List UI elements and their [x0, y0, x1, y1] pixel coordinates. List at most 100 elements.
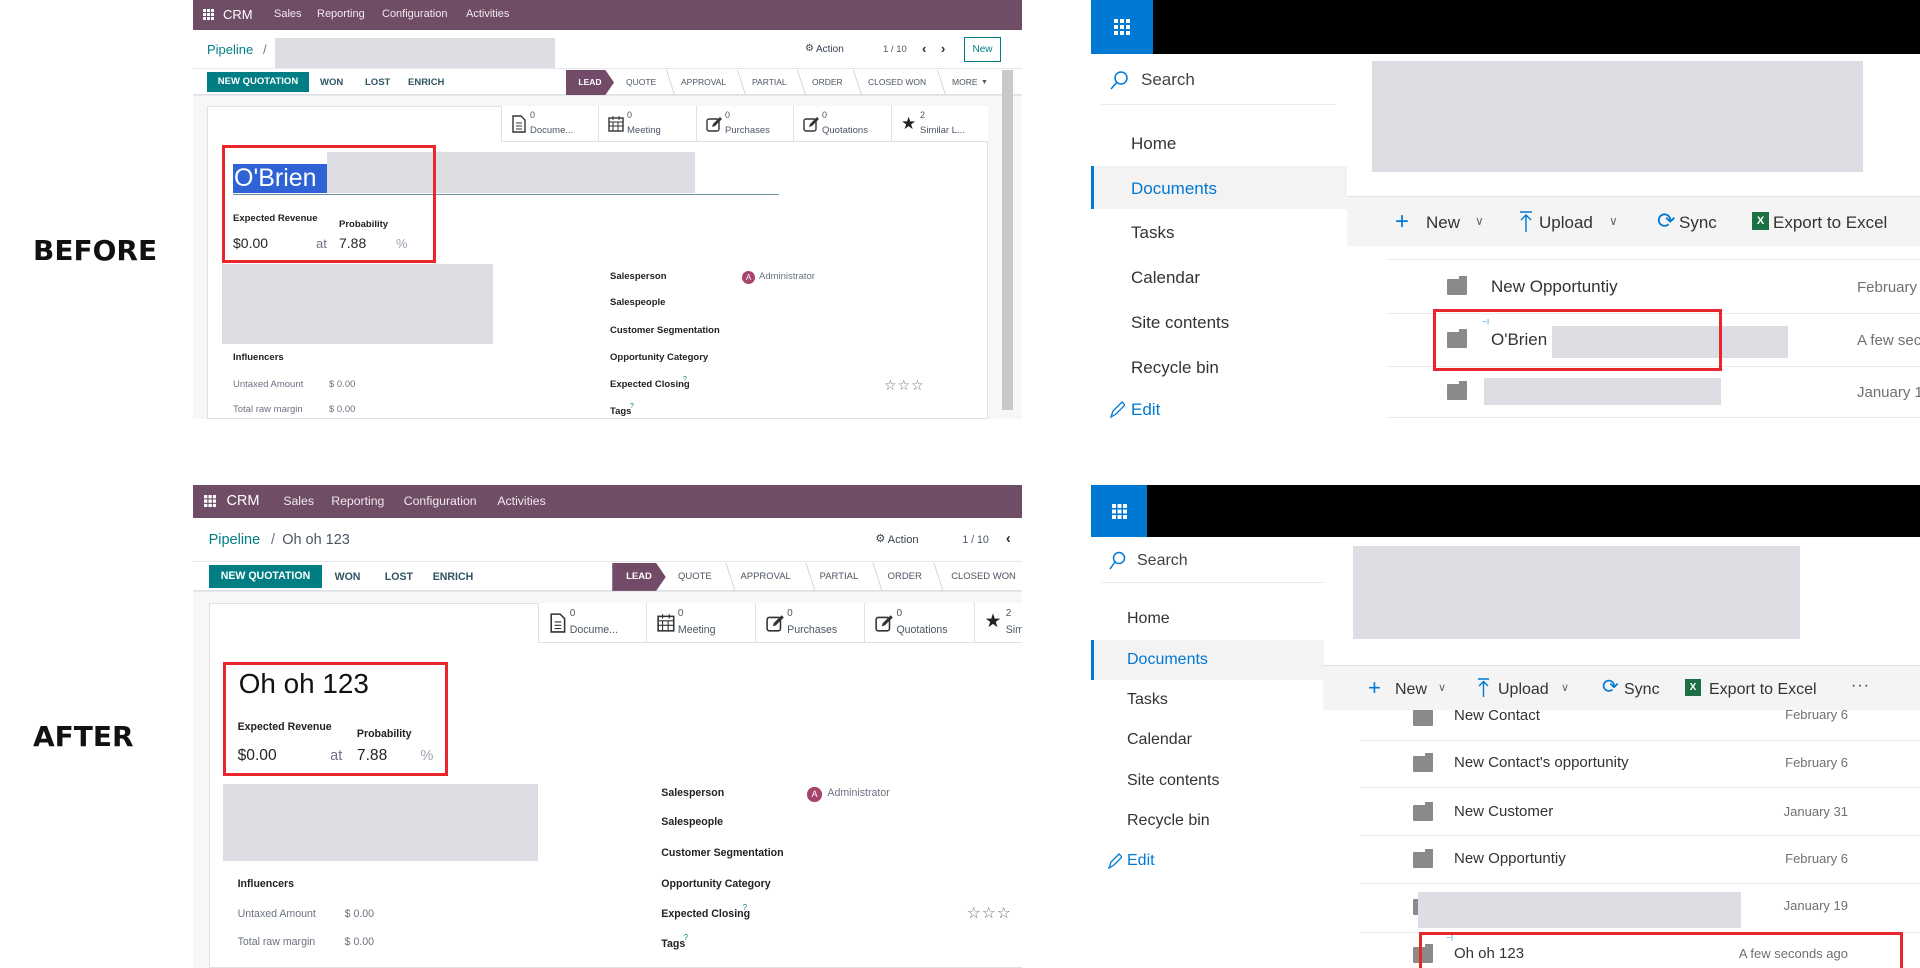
calendar-icon	[657, 614, 675, 632]
sync-button[interactable]: Sync	[1679, 214, 1717, 231]
file-name[interactable]: New Contact	[1454, 710, 1540, 723]
stage-order[interactable]: ORDER	[888, 571, 922, 581]
nav-documents[interactable]: Documents	[1131, 180, 1217, 197]
menu-sales[interactable]: Sales	[274, 9, 302, 20]
menu-sales[interactable]: Sales	[283, 495, 314, 508]
app-launcher-button[interactable]	[1091, 0, 1153, 54]
nav-site-contents[interactable]: Site contents	[1127, 773, 1220, 789]
priority-stars[interactable]: ☆☆☆	[884, 378, 925, 392]
odoo-navbar: CRM Sales Reporting Configuration Activi…	[193, 485, 1022, 519]
nav-home[interactable]: Home	[1131, 135, 1176, 152]
menu-reporting[interactable]: Reporting	[331, 495, 384, 508]
menu-activities[interactable]: Activities	[497, 495, 545, 508]
action-menu[interactable]: Action	[816, 45, 844, 55]
new-quotation-button[interactable]: NEW QUOTATION	[207, 72, 309, 92]
chevron-down-icon[interactable]: ∨	[1561, 683, 1569, 694]
scrollbar[interactable]	[1002, 70, 1013, 410]
nav-home[interactable]: Home	[1127, 611, 1170, 627]
lost-button[interactable]: LOST	[385, 572, 413, 583]
stage-lead[interactable]: LEAD	[612, 563, 666, 591]
stat-meeting-button[interactable]: 0 Meeting	[598, 106, 696, 142]
edit-link[interactable]: Edit	[1127, 853, 1155, 869]
stage-closed-won[interactable]: CLOSED WON	[951, 571, 1016, 581]
new-quotation-button[interactable]: NEW QUOTATION	[208, 565, 323, 588]
menu-reporting[interactable]: Reporting	[317, 9, 365, 20]
nav-tasks[interactable]: Tasks	[1127, 692, 1168, 708]
app-launcher-button[interactable]	[1091, 485, 1147, 537]
file-name[interactable]: New Customer	[1454, 804, 1553, 819]
lost-button[interactable]: LOST	[365, 78, 390, 88]
stage-lead[interactable]: LEAD	[566, 70, 614, 95]
help-icon[interactable]: ?	[683, 376, 687, 383]
menu-configuration[interactable]: Configuration	[382, 9, 447, 20]
stage-quote[interactable]: QUOTE	[678, 571, 712, 581]
stage-quote[interactable]: QUOTE	[626, 78, 656, 87]
file-name[interactable]: New Opportuntiy	[1491, 278, 1618, 295]
stat-quotations-button[interactable]: 0 Quotations	[793, 106, 891, 142]
search-box[interactable]: Search	[1141, 71, 1195, 88]
enrich-button[interactable]: ENRICH	[408, 78, 444, 88]
stat-quotations-button[interactable]: 0 Quotations	[864, 603, 974, 644]
nav-recycle-bin[interactable]: Recycle bin	[1127, 813, 1210, 829]
help-icon[interactable]: ?	[684, 934, 688, 942]
help-icon[interactable]: ?	[743, 904, 747, 912]
stat-meeting-button[interactable]: 0 Meeting	[645, 603, 755, 644]
stat-documents-button[interactable]: 0 Docume...	[501, 106, 598, 142]
chevron-right-icon[interactable]: ›	[941, 42, 945, 55]
chevron-left-icon[interactable]: ‹	[922, 42, 926, 55]
stage-approval[interactable]: APPROVAL	[681, 78, 726, 87]
stage-more-dropdown[interactable]: MORE	[952, 78, 978, 87]
nav-tasks[interactable]: Tasks	[1131, 224, 1174, 241]
stat-documents-button[interactable]: 0 Docume...	[537, 603, 646, 644]
won-button[interactable]: WON	[335, 572, 361, 583]
new-button[interactable]: New	[1395, 682, 1427, 698]
nav-recycle-bin[interactable]: Recycle bin	[1131, 359, 1219, 376]
new-record-button[interactable]: New	[964, 37, 1001, 62]
stage-partial[interactable]: PARTIAL	[820, 571, 859, 581]
priority-stars[interactable]: ☆☆☆	[967, 906, 1012, 922]
more-commands-button[interactable]: ···	[1851, 678, 1870, 694]
sync-button[interactable]: Sync	[1624, 682, 1660, 698]
untaxed-amount-value: $ 0.00	[344, 907, 375, 920]
upload-button[interactable]: Upload	[1539, 214, 1593, 231]
file-name[interactable]: New Opportuntiy	[1454, 851, 1566, 866]
stat-purchases-button[interactable]: 0 Purchases	[696, 106, 793, 142]
search-box[interactable]: Search	[1137, 553, 1188, 569]
export-to-excel-button[interactable]: Export to Excel	[1773, 214, 1887, 231]
nav-site-contents[interactable]: Site contents	[1131, 314, 1229, 331]
file-name[interactable]: New Contact's opportunity	[1454, 755, 1629, 770]
chevron-down-icon[interactable]: ∨	[1475, 215, 1484, 227]
stat-similar-leads-button[interactable]: ★ 2Similar L...	[973, 603, 1022, 644]
stat-similar-leads-button[interactable]: ★ 2Similar L...	[891, 106, 988, 142]
edit-link[interactable]: Edit	[1131, 401, 1160, 418]
menu-activities[interactable]: Activities	[466, 9, 509, 20]
nav-calendar[interactable]: Calendar	[1131, 269, 1200, 286]
action-menu[interactable]: Action	[888, 535, 919, 546]
apps-grid-icon[interactable]	[204, 495, 217, 508]
stat-purchases-button[interactable]: 0 Purchases	[754, 603, 865, 644]
app-name[interactable]: CRM	[223, 8, 253, 21]
stage-partial[interactable]: PARTIAL	[752, 78, 787, 87]
export-to-excel-button[interactable]: Export to Excel	[1709, 682, 1817, 698]
app-name[interactable]: CRM	[226, 494, 259, 509]
stage-closed-won[interactable]: CLOSED WON	[868, 78, 926, 87]
chevron-left-icon[interactable]: ‹	[1006, 532, 1011, 547]
stage-approval[interactable]: APPROVAL	[740, 571, 790, 581]
chevron-down-icon[interactable]: ∨	[1438, 683, 1446, 694]
salesperson-value[interactable]: Administrator	[827, 788, 889, 799]
search-icon	[1110, 71, 1128, 90]
breadcrumb-pipeline[interactable]: Pipeline	[207, 43, 253, 56]
apps-grid-icon[interactable]	[203, 9, 214, 20]
help-icon[interactable]: ?	[630, 403, 634, 410]
chevron-down-icon[interactable]: ∨	[1609, 215, 1618, 227]
won-button[interactable]: WON	[320, 78, 343, 88]
upload-button[interactable]: Upload	[1498, 682, 1549, 698]
nav-documents[interactable]: Documents	[1127, 652, 1208, 668]
menu-configuration[interactable]: Configuration	[404, 495, 477, 508]
salesperson-value[interactable]: Administrator	[759, 272, 815, 282]
enrich-button[interactable]: ENRICH	[433, 572, 474, 583]
breadcrumb-pipeline[interactable]: Pipeline	[209, 533, 261, 548]
new-button[interactable]: New	[1426, 214, 1460, 231]
nav-calendar[interactable]: Calendar	[1127, 732, 1192, 748]
stage-order[interactable]: ORDER	[812, 78, 843, 87]
